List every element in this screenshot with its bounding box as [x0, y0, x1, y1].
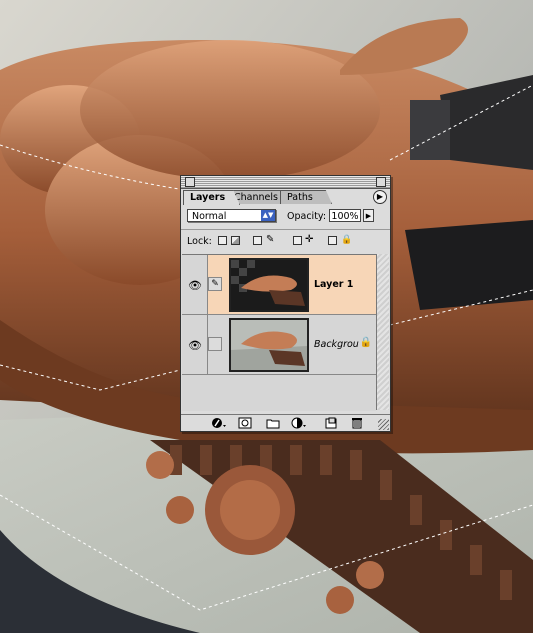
eye-icon: 👁 — [188, 339, 202, 352]
link-cell[interactable] — [208, 337, 222, 351]
paintbrush-icon[interactable]: ✎ — [208, 277, 222, 291]
visibility-toggle[interactable]: 👁 — [182, 315, 208, 374]
lock-icon: 🔒 — [359, 337, 372, 348]
resize-grip[interactable] — [378, 419, 389, 430]
move-icon: ✛ — [305, 234, 314, 245]
layer-row[interactable]: 👁 Backgrou 🔒 — [182, 315, 376, 375]
layers-scrollbar[interactable] — [376, 254, 389, 410]
palette-menu-button[interactable]: ▶ — [373, 190, 387, 204]
layer-thumbnail — [229, 258, 309, 312]
visibility-toggle[interactable]: 👁 — [182, 255, 208, 314]
dropdown-arrows-icon: ▲▼ — [261, 210, 275, 221]
layers-palette: Channels Paths Layers ▶ Normal ▲▼ Opacit… — [180, 175, 391, 432]
palette-titlebar[interactable] — [181, 176, 390, 189]
opacity-input[interactable]: 100% — [329, 209, 361, 222]
lock-row: Lock: ✎ ✛ 🔒 — [181, 231, 390, 251]
opacity-slider-button[interactable]: ▶ — [363, 209, 374, 222]
lock-transparency-icon — [231, 236, 240, 245]
opacity-label: Opacity: — [287, 211, 327, 222]
eye-icon: 👁 — [188, 279, 202, 292]
layer-thumbnail — [229, 318, 309, 372]
layer-name: Layer 1 — [314, 279, 354, 290]
palette-bottom-toolbar — [181, 414, 390, 431]
lock-transparency-checkbox[interactable] — [218, 236, 227, 245]
blend-mode-value: Normal — [192, 211, 227, 222]
layer-row[interactable]: 👁 ✎ Layer 1 — [182, 255, 376, 315]
new-layer-button[interactable] — [323, 417, 339, 429]
close-box[interactable] — [185, 177, 195, 187]
collapse-box[interactable] — [376, 177, 386, 187]
trash-icon[interactable] — [349, 417, 365, 429]
blend-options-row: Normal ▲▼ Opacity: 100% ▶ — [181, 206, 390, 228]
lock-image-checkbox[interactable] — [253, 236, 262, 245]
layer-style-button[interactable] — [211, 417, 227, 429]
blend-mode-select[interactable]: Normal ▲▼ — [187, 209, 276, 222]
new-set-folder-icon[interactable] — [265, 417, 281, 429]
lock-position-checkbox[interactable] — [293, 236, 302, 245]
layers-list: 👁 ✎ Layer 1 👁 Backgrou 🔒 — [182, 254, 376, 411]
add-mask-button[interactable] — [237, 417, 253, 429]
lock-label: Lock: — [187, 236, 212, 247]
palette-tabs: Channels Paths Layers — [181, 189, 390, 205]
lock-all-checkbox[interactable] — [328, 236, 337, 245]
lock-icon: 🔒 — [341, 235, 353, 245]
layer-name: Backgrou — [314, 339, 359, 350]
divider — [181, 229, 390, 230]
tab-layers[interactable]: Layers — [183, 190, 240, 205]
adjustment-layer-button[interactable] — [291, 417, 307, 429]
brush-icon: ✎ — [266, 234, 275, 245]
tab-paths[interactable]: Paths — [280, 190, 332, 204]
